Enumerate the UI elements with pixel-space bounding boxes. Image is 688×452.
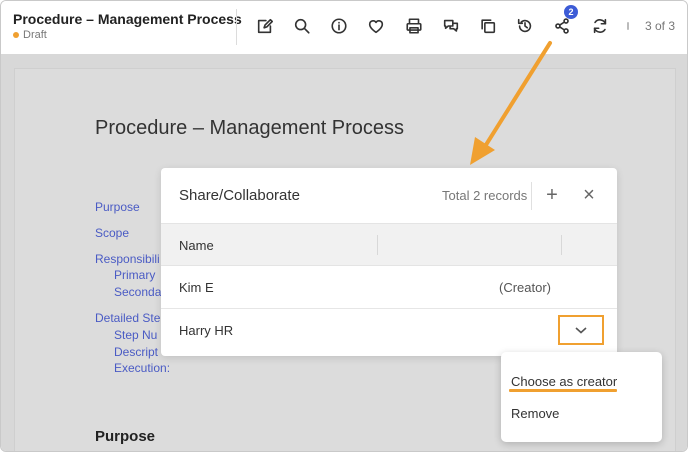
header-bar: Procedure – Management Process Draft 2 3… [1,1,687,55]
page-count: 3 of 3 [645,19,676,33]
toc-link-scope[interactable]: Scope [95,226,129,240]
share-collaborate-dialog: Share/Collaborate Total 2 records + × Na… [161,168,617,356]
favorite-icon[interactable] [363,12,389,40]
table-header: Name [161,223,617,266]
toc-link-purpose[interactable]: Purpose [95,200,140,214]
row-options-dropdown[interactable] [558,315,604,345]
table-row: Kim E (Creator) [161,266,617,309]
menu-item-choose-as-creator[interactable]: Choose as creator [511,374,617,389]
chevron-down-icon [575,327,587,334]
collaborator-name: Harry HR [179,323,234,338]
header-divider [236,9,237,45]
toc-link-responsibilities[interactable]: Responsibili [95,252,160,266]
edit-icon[interactable] [252,12,278,40]
toc-link-step-number[interactable]: Step Nu [114,328,157,342]
column-header-name[interactable]: Name [179,238,214,253]
share-count-badge: 2 [564,5,578,19]
records-count: Total 2 records [442,188,528,203]
comments-icon[interactable] [438,12,464,40]
highlight-underline [509,389,617,392]
column-divider[interactable] [377,235,378,255]
toc-link-execution[interactable]: Execution: [114,361,170,375]
section-heading-purpose: Purpose [95,428,156,445]
close-dialog-button[interactable]: × [578,184,600,206]
status-label: Draft [23,29,47,41]
document-heading: Procedure – Management Process [95,117,405,139]
toc-link-primary[interactable]: Primary [114,268,155,282]
column-divider[interactable] [561,235,562,255]
row-options-menu: Choose as creator Remove [501,352,662,442]
copy-icon[interactable] [475,12,501,40]
info-icon[interactable] [326,12,352,40]
app-window: Procedure – Management Process Draft 2 3… [0,0,688,452]
collaborator-name: Kim E [179,280,214,295]
refresh-icon[interactable] [587,12,613,40]
collaborator-role: (Creator) [498,280,551,295]
toc-link-detailed-steps[interactable]: Detailed Ste [95,311,160,325]
add-collaborator-button[interactable]: + [541,184,563,206]
status-dot [13,32,19,38]
document-title: Procedure – Management Process [13,11,242,27]
toolbar-divider [627,22,629,30]
dialog-title: Share/Collaborate [179,187,300,204]
table-row: Harry HR [161,309,617,352]
status-indicator: Draft [13,29,47,41]
history-icon[interactable] [512,12,538,40]
search-icon[interactable] [289,12,315,40]
print-icon[interactable] [401,12,427,40]
toc-link-description[interactable]: Descript [114,345,158,359]
toc-link-secondary[interactable]: Seconda [114,285,161,299]
menu-item-remove[interactable]: Remove [511,406,559,421]
dialog-header-divider [531,182,532,210]
